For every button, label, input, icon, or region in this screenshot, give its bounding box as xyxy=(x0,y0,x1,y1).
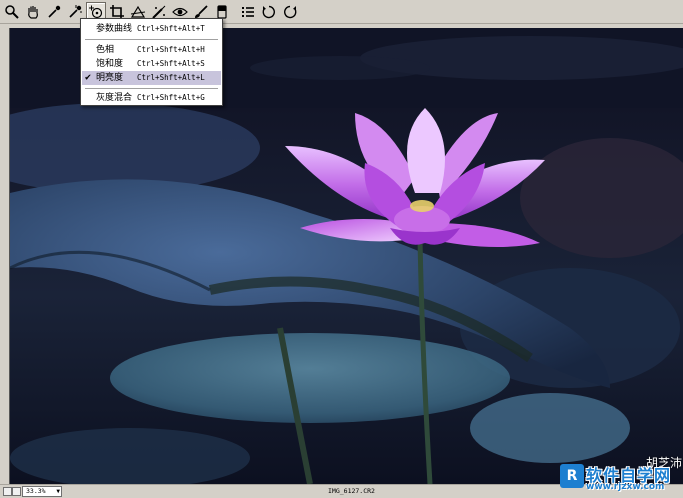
rotate-left-button[interactable] xyxy=(259,2,279,22)
hand-tool-button[interactable] xyxy=(23,2,43,22)
eyedropper-tool-button[interactable] xyxy=(44,2,64,22)
eyedropper-icon xyxy=(48,5,61,18)
menu-item-parametric-curve[interactable]: 参数曲线 Ctrl+Shft+Alt+T xyxy=(82,22,221,36)
chevron-down-icon: ▼ xyxy=(56,488,60,495)
rotate-right-button[interactable] xyxy=(280,2,300,22)
target-adjustment-menu: 参数曲线 Ctrl+Shft+Alt+T 色相 Ctrl+Shft+Alt+H … xyxy=(80,18,223,106)
menu-item-grayscale-mix[interactable]: 灰度混合 Ctrl+Shft+Alt+G xyxy=(82,91,221,105)
zoom-icon xyxy=(5,4,19,19)
menu-check xyxy=(85,91,95,105)
menu-item-hue[interactable]: 色相 Ctrl+Shft+Alt+H xyxy=(82,43,221,57)
logo-site-url: www.rjzxw.com xyxy=(586,482,665,492)
rotate-left-icon xyxy=(262,5,275,18)
menu-check xyxy=(85,57,95,71)
rotate-right-icon xyxy=(284,5,297,18)
menu-separator xyxy=(85,39,218,40)
zoom-in-button[interactable] xyxy=(12,487,21,496)
menu-check xyxy=(85,22,95,36)
menu-separator xyxy=(85,88,218,89)
zoom-tool-button[interactable] xyxy=(2,2,22,22)
preferences-icon xyxy=(242,6,254,17)
hand-icon xyxy=(28,5,38,19)
menu-check xyxy=(85,43,95,57)
menu-item-luminance[interactable]: ✔ 明亮度 Ctrl+Shft+Alt+L xyxy=(82,71,221,85)
site-logo: R 软件自学网 www.rjzxw.com xyxy=(560,462,683,498)
zoom-out-button[interactable] xyxy=(3,487,12,496)
logo-icon: R xyxy=(560,464,584,488)
camera-raw-window: 参数曲线 Ctrl+Shft+Alt+T 色相 Ctrl+Shft+Alt+H … xyxy=(0,0,683,498)
checkmark-icon: ✔ xyxy=(85,72,92,83)
file-name: IMG_6127.CR2 xyxy=(328,487,375,495)
preferences-button[interactable] xyxy=(238,2,258,22)
menu-item-saturation[interactable]: 饱和度 Ctrl+Shft+Alt+S xyxy=(82,57,221,71)
zoom-select[interactable]: 33.3% ▼ xyxy=(22,486,62,497)
